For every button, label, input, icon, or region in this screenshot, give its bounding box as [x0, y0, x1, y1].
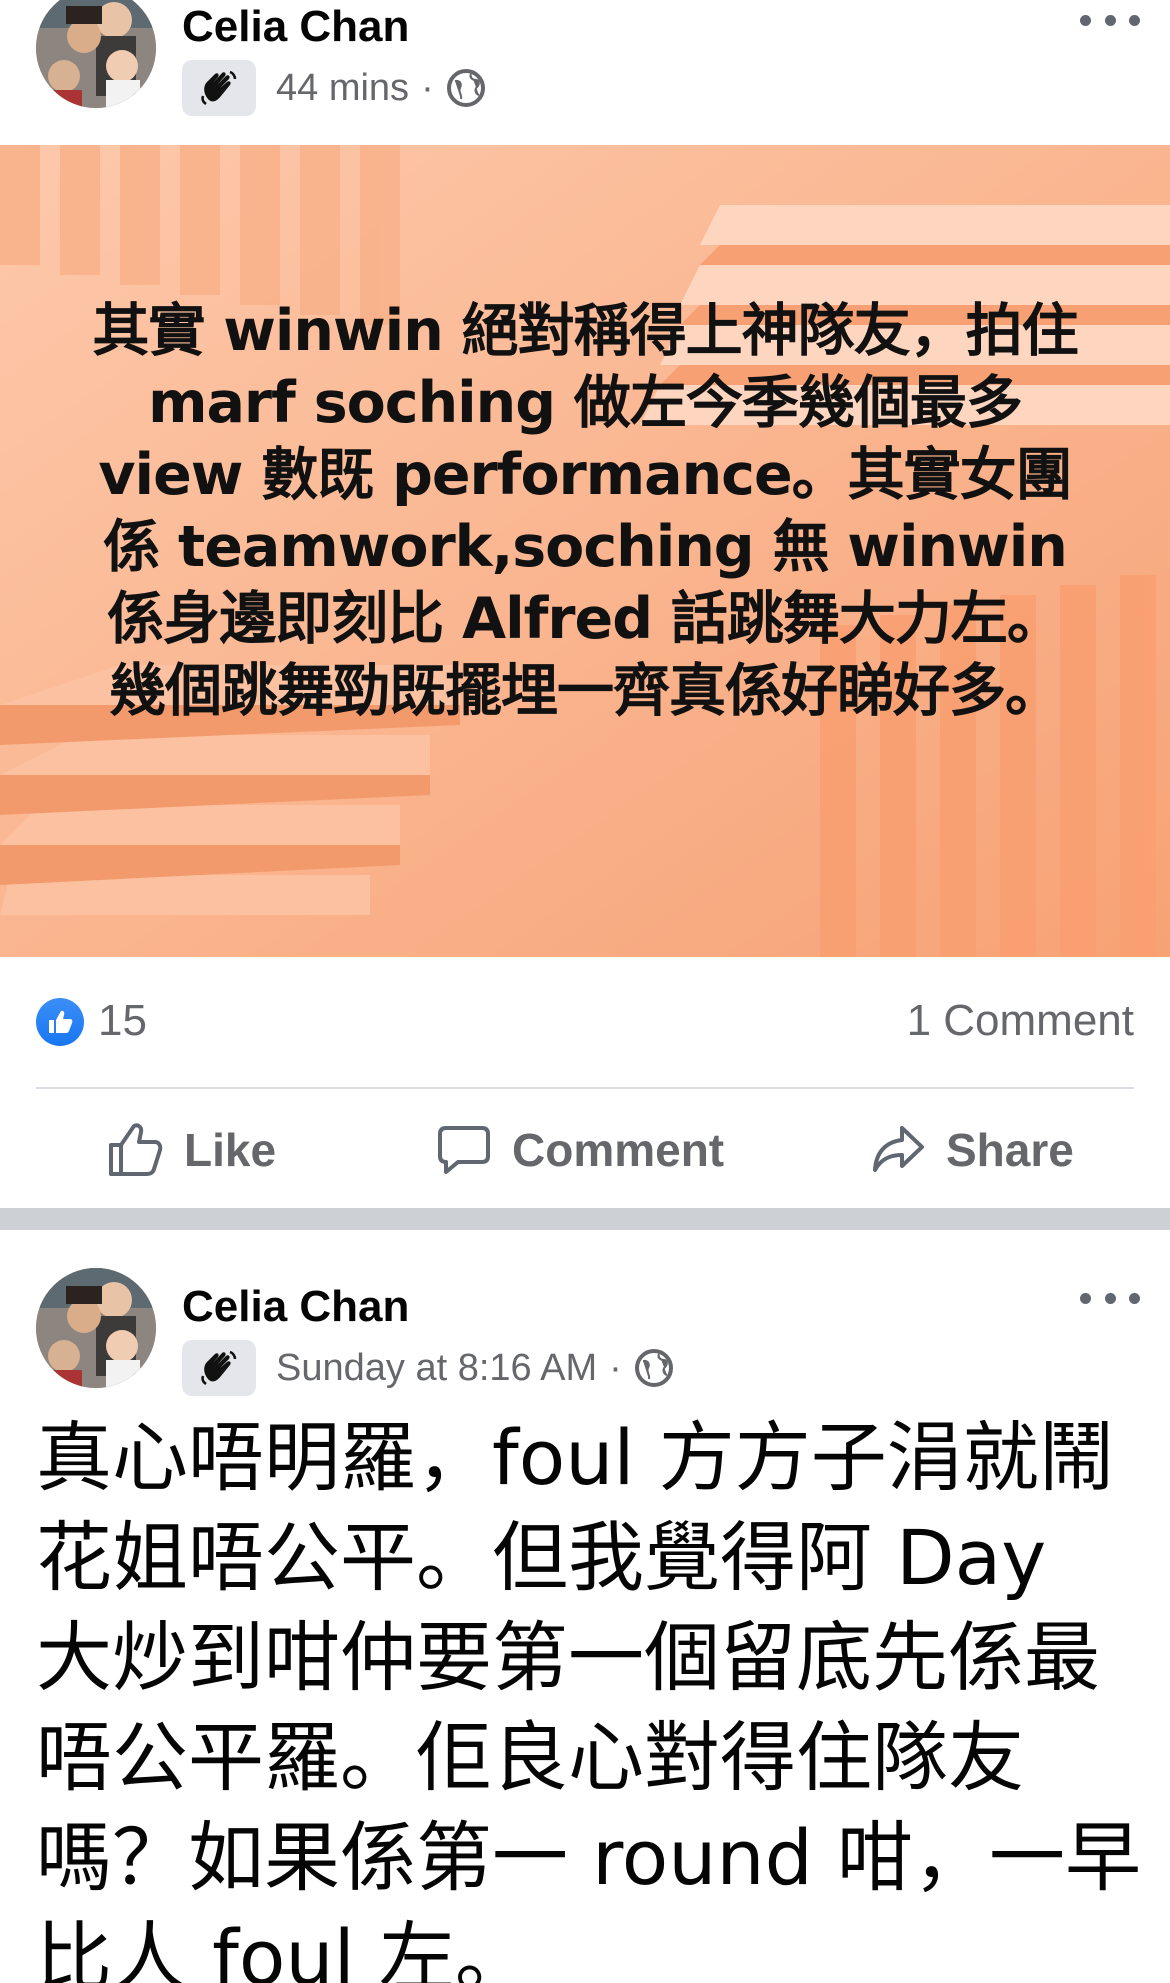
comment-button[interactable]: Comment	[436, 1105, 724, 1195]
share-button[interactable]: Share	[870, 1105, 1074, 1195]
more-options-icon[interactable]	[1080, 0, 1140, 40]
post-meta: Sunday at 8:16 AM ·	[182, 1340, 674, 1396]
globe-icon	[634, 1349, 673, 1387]
comment-count[interactable]: 1 Comment	[907, 996, 1134, 1046]
post-timestamp[interactable]: Sunday at 8:16 AM	[276, 1347, 597, 1390]
share-icon	[873, 1126, 924, 1172]
background-text-card: 其實 winwin 絕對稱得上神隊友，拍住 marf soching 做左今季幾…	[0, 145, 1170, 957]
like-button[interactable]: Like	[106, 1105, 276, 1195]
like-reaction-icon	[36, 998, 84, 1046]
meta-separator: ·	[609, 1346, 622, 1389]
post-text: 真心唔明羅，foul 方方子涓就鬧花姐唔公平。但我覺得阿 Day 大炒到咁仲要第…	[36, 1413, 1141, 1983]
author-name[interactable]: Celia Chan	[182, 1282, 409, 1332]
comment-label: Comment	[512, 1124, 725, 1176]
thumbs-up-icon	[109, 1123, 163, 1176]
reaction-count[interactable]: 15	[98, 996, 147, 1046]
divider	[36, 1087, 1134, 1089]
share-label: Share	[946, 1124, 1074, 1176]
wave-icon[interactable]	[182, 1340, 256, 1396]
post-card-text: 其實 winwin 絕對稱得上神隊友，拍住 marf soching 做左今季幾…	[92, 298, 1078, 724]
feed-post: Celia Chan 44 mins · 其實 winwin 絕對稱得上神隊友，…	[0, 0, 1170, 1205]
comment-icon	[438, 1126, 490, 1174]
author-avatar[interactable]	[36, 0, 156, 108]
meta-separator: ·	[421, 66, 434, 109]
author-name[interactable]: Celia Chan	[182, 2, 409, 52]
post-actions: Like Comment Share	[0, 1105, 1170, 1195]
globe-icon	[446, 69, 485, 107]
author-avatar[interactable]	[36, 1268, 156, 1388]
post-timestamp[interactable]: 44 mins	[276, 67, 409, 110]
feed-post: Celia Chan Sunday at 8:16 AM · 真心唔明羅，fou…	[0, 1230, 1170, 1983]
post-meta: 44 mins ·	[182, 60, 486, 116]
reactions-summary[interactable]: 15 1 Comment	[36, 990, 1134, 1060]
wave-icon[interactable]	[182, 60, 256, 116]
feed-divider	[0, 1208, 1170, 1230]
more-options-icon[interactable]	[1080, 1278, 1140, 1318]
like-label: Like	[184, 1124, 277, 1176]
